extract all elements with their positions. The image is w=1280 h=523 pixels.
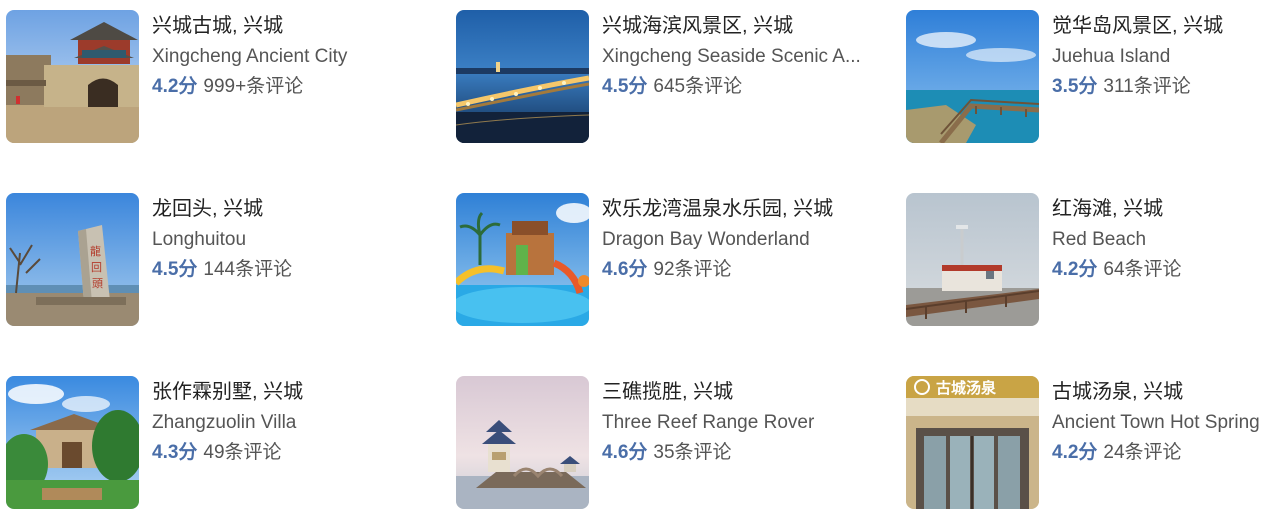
rating-score: 4.6分: [602, 442, 648, 463]
attraction-card[interactable]: 红海滩, 兴城 Red Beach 4.2分 64条评论: [906, 193, 1280, 326]
hot-spring-building-photo: 古城汤泉: [906, 376, 1039, 509]
attraction-info: 觉华岛风景区, 兴城 Juehua Island 3.5分 311条评论: [1052, 10, 1280, 97]
attraction-thumbnail[interactable]: [6, 10, 139, 143]
attraction-card[interactable]: 兴城古城, 兴城 Xingcheng Ancient City 4.2分 999+…: [6, 10, 456, 143]
review-count[interactable]: 35条评论: [653, 442, 731, 463]
attraction-english-name: Juehua Island: [1052, 47, 1171, 67]
attraction-meta: 4.3分 49条评论: [152, 443, 432, 463]
attraction-title[interactable]: 觉华岛风景区, 兴城: [1052, 16, 1280, 36]
island-boardwalk-photo: [906, 10, 1039, 143]
attraction-english-name: Xingcheng Seaside Scenic A...: [602, 47, 861, 67]
attraction-info: 张作霖别墅, 兴城 Zhangzuolin Villa 4.3分 49条评论: [152, 376, 432, 463]
attraction-thumbnail[interactable]: [456, 193, 589, 326]
attraction-thumbnail[interactable]: [6, 376, 139, 509]
rating-score: 4.6分: [602, 259, 648, 280]
attraction-title[interactable]: 兴城海滨风景区, 兴城: [602, 16, 882, 36]
attraction-info: 兴城古城, 兴城 Xingcheng Ancient City 4.2分 999+…: [152, 10, 432, 97]
rating-score: 4.2分: [152, 76, 198, 97]
attraction-meta: 4.5分 144条评论: [152, 260, 432, 280]
attraction-english-name: Red Beach: [1052, 230, 1147, 250]
review-count[interactable]: 64条评论: [1103, 259, 1181, 280]
review-count[interactable]: 49条评论: [203, 442, 281, 463]
pavilion-on-reef-photo: [456, 376, 589, 509]
villa-garden-photo: [6, 376, 139, 509]
attraction-english-name: Xingcheng Ancient City: [152, 47, 348, 67]
attraction-card[interactable]: 张作霖别墅, 兴城 Zhangzuolin Villa 4.3分 49条评论: [6, 376, 456, 509]
review-count[interactable]: 144条评论: [203, 259, 292, 280]
attraction-card[interactable]: 龍回頭 龙回头, 兴城 Longhuitou 4.5分 144条评论: [6, 193, 456, 326]
attraction-meta: 4.2分 64条评论: [1052, 260, 1280, 280]
rating-score: 3.5分: [1052, 76, 1098, 97]
attraction-meta: 4.5分 645条评论: [602, 77, 882, 97]
attractions-grid: 兴城古城, 兴城 Xingcheng Ancient City 4.2分 999+…: [6, 10, 1280, 509]
review-count[interactable]: 999+条评论: [203, 76, 303, 97]
review-count[interactable]: 311条评论: [1103, 76, 1190, 97]
attraction-english-name: Longhuitou: [152, 230, 247, 250]
attraction-info: 三礁揽胜, 兴城 Three Reef Range Rover 4.6分 35条评…: [602, 376, 882, 463]
seaside-bridge-night-photo: [456, 10, 589, 143]
attraction-info: 兴城海滨风景区, 兴城 Xingcheng Seaside Scenic A..…: [602, 10, 882, 97]
ancient-city-gate-photo: [6, 10, 139, 143]
attraction-title[interactable]: 张作霖别墅, 兴城: [152, 382, 432, 402]
attraction-english-name: Three Reef Range Rover: [602, 413, 815, 433]
attraction-english-name: Ancient Town Hot Spring: [1052, 413, 1260, 433]
attraction-title[interactable]: 龙回头, 兴城: [152, 199, 432, 219]
attraction-info: 龙回头, 兴城 Longhuitou 4.5分 144条评论: [152, 193, 432, 280]
attraction-meta: 4.6分 35条评论: [602, 443, 882, 463]
rating-score: 4.2分: [1052, 442, 1098, 463]
attraction-thumbnail[interactable]: 古城汤泉: [906, 376, 1039, 509]
attraction-meta: 4.6分 92条评论: [602, 260, 882, 280]
attraction-card[interactable]: 欢乐龙湾温泉水乐园, 兴城 Dragon Bay Wonderland 4.6分…: [456, 193, 906, 326]
waterpark-photo: [456, 193, 589, 326]
stone-monument-photo: 龍回頭: [6, 193, 139, 326]
attraction-info: 古城汤泉, 兴城 Ancient Town Hot Spring 4.2分 24条…: [1052, 376, 1280, 463]
attraction-title[interactable]: 三礁揽胜, 兴城: [602, 382, 882, 402]
attraction-thumbnail[interactable]: [456, 10, 589, 143]
rating-score: 4.5分: [602, 76, 648, 97]
review-count[interactable]: 645条评论: [653, 76, 742, 97]
attraction-title[interactable]: 古城汤泉, 兴城: [1052, 382, 1280, 402]
attraction-card[interactable]: 古城汤泉 古城汤泉, 兴城 Ancient Town Hot Spring 4.…: [906, 376, 1280, 509]
rating-score: 4.5分: [152, 259, 198, 280]
attraction-card[interactable]: 兴城海滨风景区, 兴城 Xingcheng Seaside Scenic A..…: [456, 10, 906, 143]
attraction-card[interactable]: 三礁揽胜, 兴城 Three Reef Range Rover 4.6分 35条评…: [456, 376, 906, 509]
rating-score: 4.2分: [1052, 259, 1098, 280]
attraction-meta: 4.2分 24条评论: [1052, 443, 1280, 463]
attraction-thumbnail[interactable]: [456, 376, 589, 509]
red-beach-pier-photo: [906, 193, 1039, 326]
attraction-title[interactable]: 兴城古城, 兴城: [152, 16, 432, 36]
attraction-card[interactable]: 觉华岛风景区, 兴城 Juehua Island 3.5分 311条评论: [906, 10, 1280, 143]
review-count[interactable]: 92条评论: [653, 259, 731, 280]
attraction-meta: 4.2分 999+条评论: [152, 77, 432, 97]
attraction-thumbnail[interactable]: [906, 10, 1039, 143]
attraction-thumbnail[interactable]: 龍回頭: [6, 193, 139, 326]
attraction-info: 红海滩, 兴城 Red Beach 4.2分 64条评论: [1052, 193, 1280, 280]
attraction-english-name: Zhangzuolin Villa: [152, 413, 297, 433]
attraction-thumbnail[interactable]: [906, 193, 1039, 326]
attraction-english-name: Dragon Bay Wonderland: [602, 230, 810, 250]
attraction-title[interactable]: 欢乐龙湾温泉水乐园, 兴城: [602, 199, 882, 219]
hotspring-sign: 古城汤泉: [936, 379, 997, 397]
review-count[interactable]: 24条评论: [1103, 442, 1181, 463]
attraction-title[interactable]: 红海滩, 兴城: [1052, 199, 1280, 219]
attraction-info: 欢乐龙湾温泉水乐园, 兴城 Dragon Bay Wonderland 4.6分…: [602, 193, 882, 280]
rating-score: 4.3分: [152, 442, 198, 463]
attraction-meta: 3.5分 311条评论: [1052, 77, 1280, 97]
